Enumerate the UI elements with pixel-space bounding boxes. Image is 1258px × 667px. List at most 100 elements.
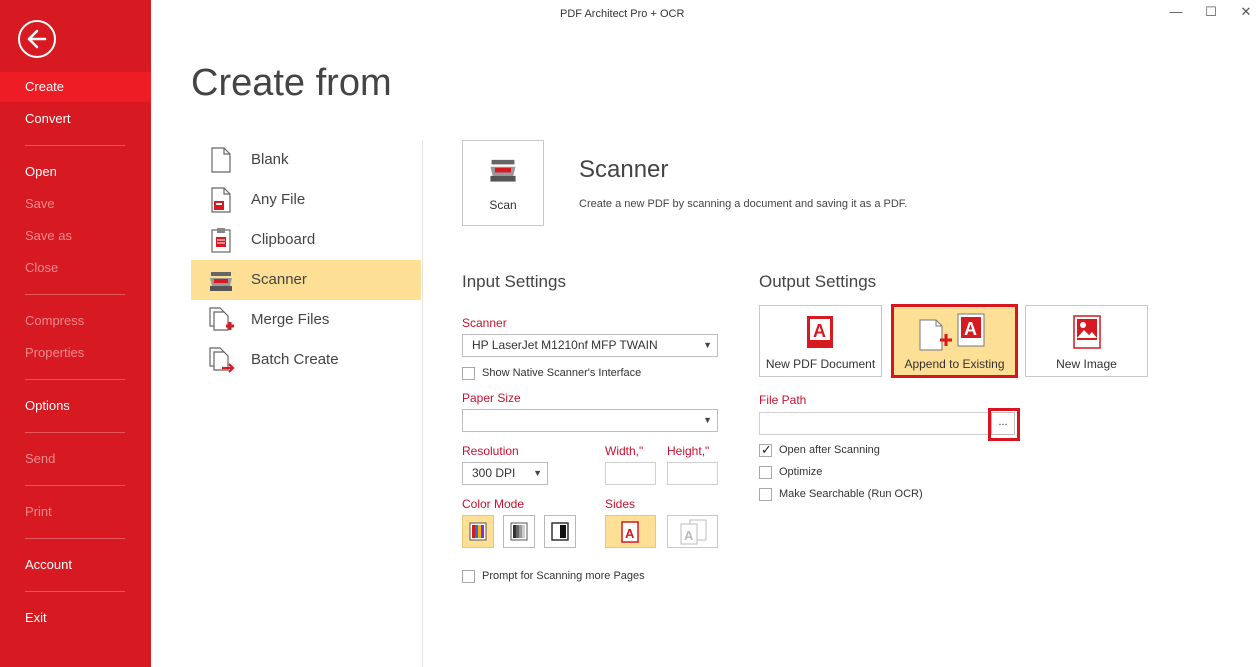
minimize-button[interactable]: — xyxy=(1166,4,1186,20)
sidebar-item-close: Close xyxy=(25,260,59,275)
page-title: Create from xyxy=(191,62,392,104)
color-mode-button[interactable] xyxy=(462,515,494,548)
output-option-label: New PDF Document xyxy=(765,357,876,371)
new-pdf-document-button[interactable]: A New PDF Document xyxy=(759,305,882,377)
output-settings-title: Output Settings xyxy=(759,272,877,291)
resolution-label: Resolution xyxy=(462,444,519,458)
sidebar-divider xyxy=(25,485,125,486)
checkbox-box[interactable] xyxy=(462,570,475,583)
chevron-down-icon: ▼ xyxy=(703,340,712,350)
checkbox-label: Optimize xyxy=(779,466,823,478)
create-item-batch-create[interactable]: Batch Create xyxy=(191,340,421,380)
create-item-scanner[interactable]: Scanner xyxy=(191,260,421,300)
scanner-select[interactable]: HP LaserJet M1210nf MFP TWAIN ▼ xyxy=(462,334,718,357)
chevron-down-icon: ▼ xyxy=(533,468,542,478)
sidebar-item-exit[interactable]: Exit xyxy=(0,603,151,633)
sidebar-item-create[interactable]: Create xyxy=(0,72,151,102)
scanner-select-value: HP LaserJet M1210nf MFP TWAIN xyxy=(472,338,658,352)
double-side-button[interactable]: A xyxy=(667,515,718,548)
close-button[interactable]: ✕ xyxy=(1236,4,1256,20)
checkbox-box[interactable] xyxy=(462,367,475,380)
sidebar-item-properties: Properties xyxy=(25,345,85,360)
create-item-merge-files[interactable]: Merge Files xyxy=(191,300,421,340)
resolution-select[interactable]: 300 DPI ▼ xyxy=(462,462,548,485)
scan-button[interactable]: Scan xyxy=(462,140,544,226)
sidebar-item-save: Save xyxy=(25,196,55,211)
new-image-icon xyxy=(1073,315,1101,349)
scanner-icon xyxy=(210,272,232,291)
create-item-label: Merge Files xyxy=(251,311,330,328)
window-title: PDF Architect Pro + OCR xyxy=(560,8,685,20)
highlight-frame xyxy=(988,408,1020,441)
color-mode-label: Color Mode xyxy=(462,497,525,511)
create-item-label: Batch Create xyxy=(251,351,339,368)
sidebar-item-convert[interactable]: Convert xyxy=(0,104,151,134)
checkbox-box[interactable] xyxy=(759,488,772,501)
sidebar-item-options[interactable]: Options xyxy=(0,391,151,421)
create-item-label: Scanner xyxy=(251,271,307,288)
sidebar-divider xyxy=(25,145,125,146)
blank-page-icon xyxy=(211,147,231,173)
sidebar-divider xyxy=(25,432,125,433)
grayscale-mode-button[interactable] xyxy=(503,515,535,548)
input-settings-title: Input Settings xyxy=(462,272,566,291)
height-label: Height," xyxy=(667,444,710,458)
highlight-frame xyxy=(891,304,1018,378)
checkbox-label: Open after Scanning xyxy=(779,444,880,456)
checkbox-label: Prompt for Scanning more Pages xyxy=(482,570,645,582)
chevron-down-icon: ▼ xyxy=(703,415,712,425)
sidebar-item-send: Send xyxy=(25,451,56,466)
sidebar-item-print: Print xyxy=(25,504,52,519)
new-pdf-icon: A xyxy=(807,316,833,348)
sidebar-item-compress: Compress xyxy=(25,313,85,328)
width-label: Width," xyxy=(605,444,644,458)
svg-text:A: A xyxy=(813,321,826,341)
single-side-icon: A xyxy=(621,521,639,543)
width-input[interactable] xyxy=(605,462,656,485)
scanner-description: Create a new PDF by scanning a document … xyxy=(579,198,908,210)
grayscale-mode-icon xyxy=(510,522,528,541)
sidebar-item-open[interactable]: Open xyxy=(0,157,151,187)
sides-label: Sides xyxy=(605,497,636,511)
create-item-blank[interactable]: Blank xyxy=(191,140,421,180)
scanner-icon xyxy=(490,159,516,182)
checkbox-box[interactable] xyxy=(759,466,772,479)
create-item-clipboard[interactable]: Clipboard xyxy=(191,220,421,260)
create-item-label: Blank xyxy=(251,151,289,168)
sidebar-divider xyxy=(25,379,125,380)
new-image-button[interactable]: New Image xyxy=(1025,305,1148,377)
back-arrow-icon[interactable] xyxy=(18,20,56,58)
double-side-icon: A xyxy=(680,519,707,545)
checkbox-box[interactable] xyxy=(759,442,772,458)
any-file-icon xyxy=(211,187,231,213)
merge-files-icon xyxy=(209,307,234,331)
sidebar-divider xyxy=(25,538,125,539)
create-item-label: Clipboard xyxy=(251,231,316,248)
black-white-mode-button[interactable] xyxy=(544,515,576,548)
batch-create-icon xyxy=(209,347,235,373)
paper-size-select[interactable]: ▼ xyxy=(462,409,718,432)
resolution-value: 300 DPI xyxy=(472,466,516,480)
checkbox-label: Make Searchable (Run OCR) xyxy=(779,488,923,500)
sidebar-divider xyxy=(25,591,125,592)
sidebar-divider xyxy=(25,294,125,295)
output-option-label: New Image xyxy=(1056,357,1117,371)
sidebar-item-account[interactable]: Account xyxy=(0,550,151,580)
scan-button-label: Scan xyxy=(489,198,517,212)
clipboard-icon xyxy=(211,228,231,253)
create-item-any-file[interactable]: Any File xyxy=(191,180,421,220)
maximize-button[interactable]: ☐ xyxy=(1201,4,1221,20)
panel-divider xyxy=(422,140,423,667)
file-path-input[interactable] xyxy=(759,412,989,435)
height-input[interactable] xyxy=(667,462,718,485)
checkbox-label: Show Native Scanner's Interface xyxy=(482,367,642,379)
scanner-label: Scanner xyxy=(462,316,507,330)
sidebar-item-save-as: Save as xyxy=(25,228,72,243)
scanner-title: Scanner xyxy=(579,156,669,183)
black-white-mode-icon xyxy=(551,522,569,541)
sidebar: Create Convert Open Save Save as Close C… xyxy=(0,0,151,667)
color-mode-icon xyxy=(469,522,487,541)
paper-size-label: Paper Size xyxy=(462,391,521,405)
svg-text:A: A xyxy=(684,528,694,543)
single-side-button[interactable]: A xyxy=(605,515,656,548)
